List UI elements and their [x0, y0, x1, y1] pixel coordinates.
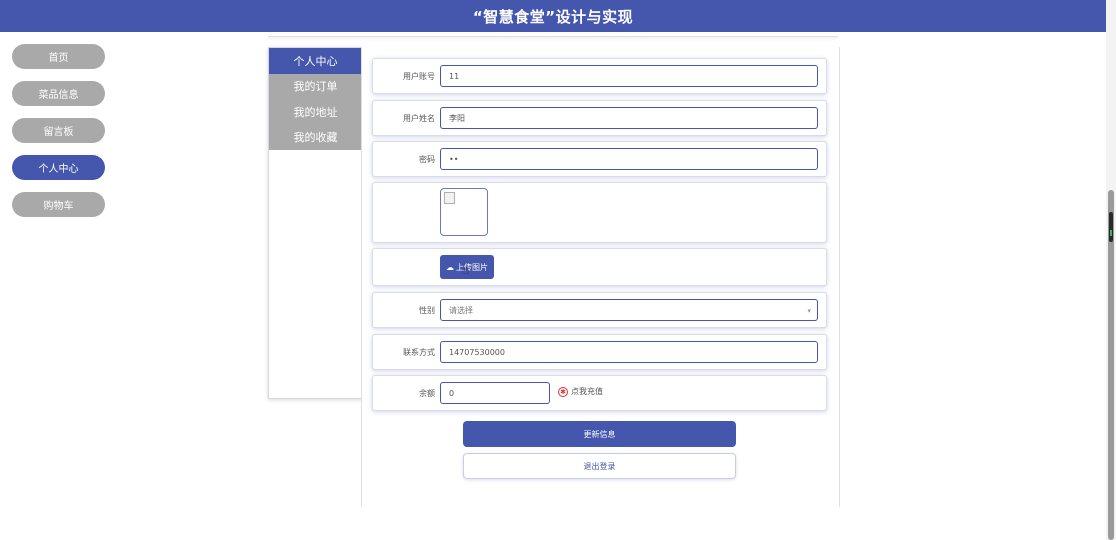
password-label: 密码 [419, 154, 435, 164]
name-input[interactable]: 李阳 [440, 107, 818, 129]
broken-image-icon [444, 192, 455, 204]
cloud-upload-icon: ☁ [446, 262, 454, 272]
password-input[interactable]: •• [440, 148, 818, 170]
form-row-name: 用户姓名 李阳 [372, 100, 827, 136]
tab-my-favorites[interactable]: 我的收藏 [269, 125, 362, 151]
form-row-password: 密码 •• [372, 141, 827, 177]
form-row-account: 用户账号 11 [372, 58, 827, 94]
tab-my-orders[interactable]: 我的订单 [269, 74, 362, 100]
tab-personal-center[interactable]: 个人中心 [269, 48, 362, 74]
form-row-gender: 性别 请选择 ▾ [372, 292, 827, 328]
upload-button-label: 上传图片 [456, 262, 488, 272]
account-label: 用户账号 [403, 71, 435, 81]
upload-image-button[interactable]: ☁ 上传图片 ☝ [440, 255, 494, 279]
scrollbar-indicator [1109, 212, 1113, 242]
gender-select[interactable]: 请选择 ▾ [440, 299, 818, 321]
phone-input[interactable]: 14707530000 [440, 341, 818, 363]
side-tab-list: 个人中心 我的订单 我的地址 我的收藏 [269, 48, 362, 150]
form-row-upload: ☁ 上传图片 ☝ [372, 248, 827, 286]
logout-button[interactable]: 退出登录 [463, 453, 736, 479]
personal-side-panel: 个人中心 我的订单 我的地址 我的收藏 [268, 47, 363, 399]
gender-placeholder: 请选择 [449, 305, 473, 315]
nav-message-board[interactable]: 留言板 [12, 118, 105, 143]
update-info-button[interactable]: 更新信息 [463, 421, 736, 447]
recharge-icon: ✱ [558, 386, 568, 397]
scrollbar-thumb[interactable] [1108, 190, 1114, 540]
tab-my-address[interactable]: 我的地址 [269, 99, 362, 125]
hand-cursor-icon: ☝ [462, 263, 470, 277]
recharge-label: 点我充值 [571, 387, 603, 396]
avatar-image[interactable] [440, 188, 488, 236]
nav-home[interactable]: 首页 [12, 44, 105, 69]
app-header: “智慧食堂”设计与实现 [0, 0, 1106, 32]
recharge-link[interactable]: ✱ 点我充值 [558, 386, 603, 397]
page-title: “智慧食堂”设计与实现 [472, 7, 634, 26]
gender-label: 性别 [419, 305, 435, 315]
name-label: 用户姓名 [403, 113, 435, 123]
account-input[interactable]: 11 [440, 65, 818, 87]
form-row-balance: 余额 0 ✱ 点我充值 [372, 375, 827, 411]
balance-input[interactable]: 0 [440, 382, 550, 404]
panel-top-edge [268, 32, 838, 37]
nav-cart[interactable]: 购物车 [12, 192, 105, 217]
nav-personal-center[interactable]: 个人中心 [12, 155, 105, 180]
chevron-down-icon: ▾ [807, 307, 811, 315]
balance-label: 余额 [419, 388, 435, 398]
nav-dish-info[interactable]: 菜品信息 [12, 81, 105, 106]
phone-label: 联系方式 [403, 347, 435, 357]
form-row-avatar [372, 182, 827, 243]
form-row-phone: 联系方式 14707530000 [372, 334, 827, 370]
